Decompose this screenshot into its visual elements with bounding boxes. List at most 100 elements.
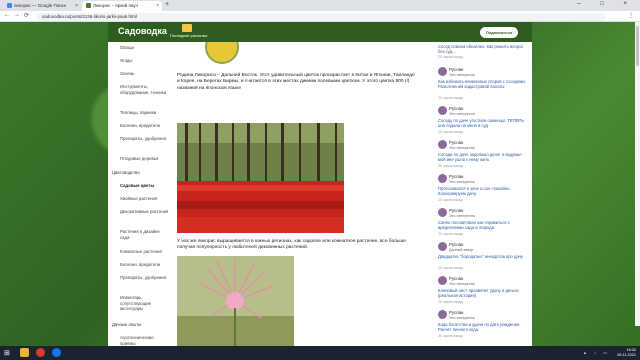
comment-link[interactable]: Проголовался я зоне и сон спокойно. Конс…	[438, 186, 528, 196]
clock-date: 06.11.2021	[617, 353, 636, 357]
lycoris-closeup-photo	[177, 256, 294, 346]
comment-category: Это интересно	[449, 316, 475, 320]
site-logo[interactable]: Садоводка	[118, 26, 167, 36]
address-bar-row: ← → ⟳ sadovodka.ru/posts/2136-likoris-ja…	[0, 11, 640, 22]
sidebar-item-agrotech[interactable]: Агротехнические приёмы	[120, 335, 170, 346]
avatar	[438, 106, 447, 115]
avatar	[438, 242, 447, 251]
page-content: Овощи Ягоды Зелень Инструменты, оборудов…	[108, 42, 532, 346]
comment-time: 20 часов назад	[438, 96, 463, 100]
sidebar-item-garden-design[interactable]: Растения в дизайне сада	[120, 229, 170, 240]
avatar	[438, 174, 447, 183]
page-viewport: Садоводка Последние рассылки Подписаться…	[0, 22, 640, 346]
comment-time: 20 часов назад	[438, 232, 463, 236]
os-taskbar: ⊞ ▲ ♪ ▭ 18:32 06.11.2021	[0, 346, 640, 360]
sidebar-item-pests-2[interactable]: Болезни, вредители	[120, 262, 170, 268]
comment-link[interactable]: Сосед совсем обнаглел. Как решить вопрос…	[438, 44, 528, 54]
subscribe-button[interactable]: Подписаться	[479, 27, 518, 38]
reload-icon[interactable]: ⟳	[24, 12, 29, 19]
sidebar-item-conifers[interactable]: Хвойные растения	[120, 196, 170, 202]
sidebar-item-pests[interactable]: Болезни, вредители	[120, 123, 170, 129]
red-lycoris-field-photo	[177, 123, 344, 233]
sidebar-item-fertilizers[interactable]: Препараты, удобрения	[120, 136, 170, 142]
comment-link[interactable]: Санно посоветовал как справиться с вреди…	[438, 220, 528, 230]
comment-author[interactable]: Руслан	[449, 242, 463, 247]
sidebar-item-inventory[interactable]: Инвентарь, сопутствующие аксессуары	[120, 295, 170, 312]
new-tab-button[interactable]: +	[165, 1, 169, 8]
comment-category: Это интересно	[449, 73, 475, 77]
taskbar-clock[interactable]: 18:32 06.11.2021	[617, 348, 636, 358]
forward-icon[interactable]: →	[14, 12, 20, 18]
comment-author[interactable]: Руслан	[449, 208, 463, 213]
tab-google-search[interactable]: пикорис — Google Поиск ×	[3, 1, 81, 11]
tab-label: пикорис — Google Поиск	[14, 3, 66, 8]
windows-start-icon[interactable]: ⊞	[4, 349, 10, 357]
window-controls[interactable]: – □ ×	[577, 1, 636, 7]
article-body: Родина Ликориса – Дальний Восток. Этот у…	[177, 42, 417, 346]
sidebar-item-greens[interactable]: Зелень	[120, 71, 170, 77]
tab-label: Ликорис – яркий пауч	[93, 3, 138, 8]
url-field[interactable]: sadovodka.ru/posts/2136-likoris-jarkii-p…	[36, 13, 606, 21]
folder-label[interactable]: Последние рассылки	[170, 34, 207, 38]
sidebar-item-berries[interactable]: Ягоды	[120, 58, 170, 64]
file-explorer-icon[interactable]	[20, 348, 29, 357]
comments-sidebar: Сосед совсем обнаглел. Как решить вопрос…	[434, 42, 532, 346]
sidebar-item-greenhouses[interactable]: Теплицы, парники	[120, 110, 170, 116]
sidebar-item-decorative[interactable]: Декоративные растения	[120, 209, 170, 215]
forest-field-image	[177, 123, 344, 233]
site-header: Садоводка Последние рассылки Подписаться	[108, 22, 532, 42]
comment-author[interactable]: Руслан	[449, 276, 463, 281]
browser-menu-icon[interactable]: ⋮	[628, 12, 634, 19]
comment-time: 20 часов назад	[438, 198, 463, 202]
comment-time: 20 часов назад	[438, 266, 463, 270]
pink-flower-image	[177, 256, 294, 346]
comment-link[interactable]: Соседи по даче задолжал денег и вздумал …	[438, 152, 528, 162]
sidebar-item-houseplants[interactable]: Комнатные растения	[120, 249, 170, 255]
comment-category: Это интересно	[449, 214, 475, 218]
chrome-icon[interactable]	[52, 348, 61, 357]
comment-author[interactable]: Руслан	[449, 310, 463, 315]
comment-time: 20 часов назад	[438, 334, 463, 338]
google-favicon-icon	[7, 3, 12, 9]
sidebar-item-floriculture[interactable]: Цветоводство	[112, 170, 170, 176]
comment-link[interactable]: Двадцатка "бородатых" анекдотов про дачу	[438, 254, 528, 259]
comment-category: Это интересно	[449, 146, 475, 150]
sidebar-item-fruit-trees[interactable]: Плодовые деревья	[120, 156, 170, 162]
comment-time: 20 часов назад	[438, 300, 463, 304]
browser-tab-bar: пикорис — Google Поиск × Ликорис – яркий…	[0, 0, 640, 11]
comment-link[interactable]: Соседу по даче угостили саженцы. ТЕПЕРЬ …	[438, 118, 528, 128]
opera-icon[interactable]	[36, 348, 45, 357]
page-scrollbar[interactable]	[635, 22, 640, 326]
comment-category: Это интересно	[449, 112, 475, 116]
system-tray[interactable]: ▲ ♪ ▭	[583, 350, 610, 355]
avatar	[438, 140, 447, 149]
avatar	[438, 310, 447, 319]
scrollbar-thumb[interactable]	[636, 26, 639, 66]
comment-time: 20 часов назад	[438, 164, 463, 168]
sidebar-item-fertilizers-2[interactable]: Препараты, удобрения	[120, 275, 170, 281]
comment-author[interactable]: Руслан	[449, 106, 463, 111]
comment-time: 20 часов назад	[438, 130, 463, 134]
avatar	[438, 67, 447, 76]
tab-likoris-article[interactable]: Ликорис – яркий пауч ×	[82, 1, 162, 11]
site-favicon-icon	[86, 3, 91, 9]
sidebar-item-garden-flowers[interactable]: Садовые цветы	[120, 183, 170, 189]
sidebar-item-experiments[interactable]: Дачные опыты	[112, 322, 170, 328]
back-icon[interactable]: ←	[4, 12, 10, 18]
comment-author[interactable]: Руслан	[449, 174, 463, 179]
comment-link[interactable]: Кода богатства и удачи по дате рождения.…	[438, 322, 528, 332]
sidebar-item-vegetables[interactable]: Овощи	[120, 45, 170, 51]
comment-category: Дачный юмор	[449, 248, 474, 252]
close-icon[interactable]: ×	[75, 3, 78, 9]
comment-author[interactable]: Руслан	[449, 67, 463, 72]
comment-author[interactable]: Руслан	[449, 140, 463, 145]
comment-link[interactable]: Как избежать неимлевых споров с соседями…	[438, 79, 528, 89]
avatar	[438, 276, 447, 285]
folder-icon[interactable]	[182, 24, 192, 32]
article-paragraph-2: У нас же ликорис выращивается в южных ре…	[177, 239, 406, 251]
sidebar-item-tools[interactable]: Инструменты, оборудование, техника	[120, 84, 170, 95]
comment-link[interactable]: Клеиовый лист проявляет удачу и деньги (…	[438, 288, 528, 298]
flower-thumbnail	[205, 42, 239, 64]
close-icon[interactable]: ×	[156, 3, 159, 9]
category-sidebar: Овощи Ягоды Зелень Инструменты, оборудов…	[108, 42, 172, 346]
